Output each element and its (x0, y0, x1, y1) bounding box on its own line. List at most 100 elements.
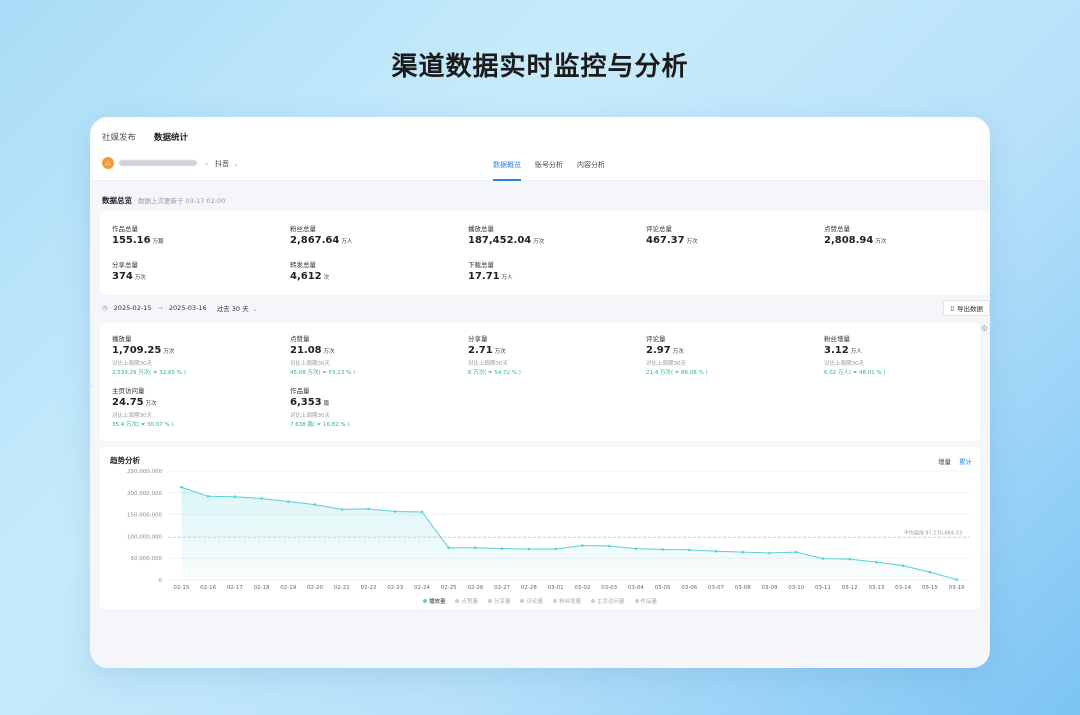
x-tick-label: 02-19 (280, 585, 296, 591)
y-tick-label: 100,000,000 (127, 534, 162, 540)
data-point (500, 547, 504, 550)
legend-dot-icon (455, 599, 460, 603)
data-point (688, 548, 691, 552)
legend-item[interactable]: 点赞量 (455, 597, 478, 605)
data-point (340, 508, 344, 511)
overview-updated: 数据上次更新于 03-17 02:00 (138, 197, 226, 205)
x-tick-label: 02-17 (227, 585, 243, 591)
date-start[interactable]: 2025-02-15 (114, 304, 152, 312)
legend-item[interactable]: 粉丝增量 (553, 597, 581, 605)
metric-forwards-total: 转发总量 4,612 次 (290, 261, 330, 282)
data-point (607, 544, 611, 548)
average-label: 平均值线 97,130,684.03 (904, 530, 962, 537)
legend-dot-icon (634, 599, 639, 603)
legend-item[interactable]: 评论量 (520, 597, 543, 605)
metric-fans-total: 粉丝总量 2,867.64 万人 (290, 225, 353, 246)
legend-dot-icon (591, 599, 596, 603)
platform-selector[interactable]: 抖音 ⌄ (215, 159, 238, 169)
chart-legend: 播放量 点赞量 分享量 评论量 粉丝增量 主页访问量 作品量 (100, 597, 980, 605)
export-button[interactable]: ▯ 导出数据 (943, 300, 990, 316)
x-tick-label: 02-23 (387, 585, 403, 591)
app-window: 社媒发布 数据统计 ⛬ ⌄ 抖音 ⌄ 数据概览 账号分析 内容分析 数据总览 数… (90, 117, 990, 668)
x-tick-label: 03-10 (788, 585, 804, 591)
x-tick-label: 02-20 (307, 585, 323, 591)
org-selector[interactable]: ⛬ ⌄ (102, 157, 209, 169)
metric-works-total: 作品总量 155.16 万篇 (112, 225, 164, 246)
y-tick-label: 0 (159, 578, 163, 584)
data-point (233, 495, 237, 499)
file-icon: ▯ (950, 304, 954, 312)
data-point (875, 560, 878, 564)
data-point (527, 547, 531, 551)
metric-plays-total: 播放总量 187,452.04 万次 (468, 225, 545, 246)
x-tick-label: 03-11 (815, 585, 831, 591)
x-tick-label: 03-09 (762, 585, 778, 591)
date-end[interactable]: 2025-03-16 (169, 304, 207, 312)
x-tick-label: 03-13 (868, 585, 884, 591)
nav-social-publish[interactable]: 社媒发布 (102, 131, 136, 153)
legend-dot-icon (487, 599, 492, 603)
date-preset[interactable]: 过去 30 天 ⌄ (217, 303, 258, 313)
x-tick-label: 02-28 (521, 585, 537, 591)
chevron-down-icon: ⌄ (252, 306, 258, 313)
data-point (206, 494, 210, 498)
x-tick-label: 02-21 (334, 585, 350, 591)
org-name-blurred (119, 160, 197, 166)
tab-data-overview[interactable]: 数据概览 (493, 153, 521, 181)
x-tick-label: 03-03 (601, 585, 617, 591)
x-tick-label: 02-27 (494, 585, 510, 591)
x-tick-label: 02-18 (254, 585, 270, 591)
collapse-handle-icon[interactable]: › (90, 383, 95, 395)
metric-comments-total: 评论总量 467.37 万次 (646, 225, 698, 246)
x-tick-label: 03-01 (548, 585, 564, 591)
trend-chart: 0 50,000,000 100,000,000 150,000,000 200,000… (127, 469, 970, 591)
data-point (741, 550, 745, 554)
overview-header: 数据总览 数据上次更新于 03-17 02:00 (102, 195, 225, 206)
clock-icon: ◷ (102, 304, 108, 312)
data-point (554, 547, 557, 551)
overview-card: 作品总量 155.16 万篇 粉丝总量 2,867.64 万人 播放总量 187,4… (100, 211, 990, 295)
legend-dot-icon (422, 599, 427, 603)
settings-icon[interactable]: ⚙ (981, 324, 988, 333)
legend-item[interactable]: 作品量 (634, 597, 657, 605)
y-tick-label: 200,000,000 (127, 491, 162, 497)
legend-item[interactable]: 播放量 (422, 597, 445, 605)
chevron-down-icon: ⌄ (204, 159, 210, 167)
platform-label: 抖音 (215, 160, 229, 168)
legend-item[interactable]: 主页访问量 (591, 597, 625, 605)
x-tick-label: 03-07 (708, 585, 724, 591)
metric-works: 作品量 6,353 篇 对比上周期30天 7,638 篇( ⏷ 16.82 % ) (290, 387, 350, 428)
data-point (661, 548, 664, 551)
tab-content-analysis[interactable]: 内容分析 (577, 153, 605, 181)
metric-likes-total: 点赞总量 2,808.94 万次 (824, 225, 887, 246)
x-tick-label: 03-02 (574, 585, 590, 591)
nav-data-stats[interactable]: 数据统计 (154, 131, 188, 153)
legend-dot-icon (520, 599, 525, 603)
data-point (794, 550, 798, 554)
x-tick-label: 03-12 (842, 585, 858, 591)
data-point (821, 557, 825, 560)
x-tick-label: 02-24 (414, 585, 430, 591)
x-tick-label: 02-15 (173, 585, 189, 591)
overview-title: 数据总览 (102, 196, 132, 205)
arrow-right-icon: → (157, 304, 163, 312)
data-point (474, 546, 477, 550)
data-point (901, 564, 905, 567)
metric-comments: 评论量 2.97 万次 对比上周期30天 21.4 万次( ⏷ 86.08 % ) (646, 335, 708, 376)
tab-account-analysis[interactable]: 账号分析 (535, 153, 563, 181)
data-point (634, 547, 638, 550)
x-tick-label: 02-26 (467, 585, 483, 591)
y-tick-label: 150,000,000 (127, 513, 162, 519)
x-tick-label: 02-16 (200, 585, 216, 591)
period-card: 播放量 1,709.25 万次 对比上周期30天 2,539.29 万次( ⏷ 3… (100, 323, 980, 441)
export-label: 导出数据 (957, 305, 983, 313)
x-tick-label: 03-15 (922, 585, 938, 591)
legend-item[interactable]: 分享量 (487, 597, 510, 605)
legend-dot-icon (553, 599, 557, 603)
metric-shares-total: 分享总量 374 万次 (112, 261, 146, 282)
data-point (393, 510, 397, 513)
x-tick-label: 02-22 (361, 585, 377, 591)
metric-downloads-total: 下载总量 17.71 万人 (468, 261, 513, 282)
analysis-tabs: 数据概览 账号分析 内容分析 (493, 153, 605, 181)
metric-shares: 分享量 2.71 万次 对比上周期30天 6 万次( ⏷ 54.72 % ) (468, 335, 521, 376)
